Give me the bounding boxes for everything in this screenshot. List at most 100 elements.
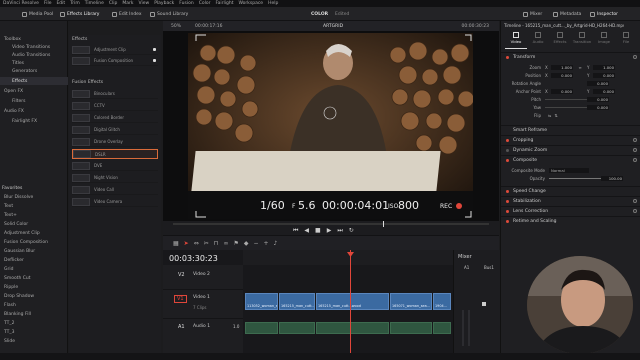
section-retime-scaling[interactable]: Retime and Scaling [501,216,640,225]
enable-dot-icon[interactable] [506,219,509,223]
video-clip[interactable]: 165215_man_cutt... [279,293,315,310]
enable-dot-icon[interactable] [506,158,509,162]
menu-playback[interactable]: Playback [154,1,174,6]
yaw-slider[interactable] [545,107,587,108]
inspector-button[interactable]: Inspector [590,10,618,18]
sound-library-button[interactable]: Sound Library [150,10,188,18]
inspector-tab[interactable]: File [615,31,637,49]
section-lens-correction[interactable]: Lens Correction [501,206,640,215]
scrub-bar[interactable] [173,223,489,225]
tree-open-fx[interactable]: Open FX [0,87,68,95]
favorite-item[interactable]: Fusion Composition [0,238,68,246]
favorite-star-icon[interactable] [153,59,156,62]
tree-audio-transitions[interactable]: Audio Transitions [0,51,68,59]
favorite-item[interactable]: Blanking Fill [0,310,68,318]
zoom-out-icon[interactable]: − [253,240,263,247]
fusion-effect-item[interactable]: Drone Overlay [72,137,158,147]
composite-mode-select[interactable]: Normal [549,168,589,173]
stop-icon[interactable]: ■ [315,227,327,234]
snap-icon[interactable]: ⊓ [214,240,224,247]
favorite-item[interactable]: Ripple [0,283,68,291]
audio-clip[interactable] [316,322,389,334]
rotation-field[interactable]: 0.000 [587,81,609,86]
favorite-item[interactable]: Adjustment Clip [0,229,68,237]
audio-clip[interactable] [433,322,451,334]
audio-clip[interactable] [279,322,315,334]
section-transform[interactable]: Transform [501,52,640,61]
effect-fusion-composition[interactable]: Fusion Composition [72,56,158,66]
metadata-button[interactable]: Metadata [553,10,581,18]
audio-clip[interactable] [245,322,278,334]
section-cropping[interactable]: Cropping [501,135,640,144]
audio-clip[interactable] [390,322,432,334]
favorite-item[interactable]: Slide [0,337,68,345]
section-dynamic-zoom[interactable]: Dynamic Zoom [501,145,640,154]
enable-dot-icon[interactable] [506,189,509,193]
pitch-slider[interactable] [545,99,587,100]
menu-trim[interactable]: Trim [70,1,80,6]
trim-tool-icon[interactable]: ⇔ [194,240,204,247]
timeline-playhead[interactable] [350,250,351,353]
menu-timeline[interactable]: Timeline [85,1,104,6]
enable-dot-icon[interactable] [506,209,509,213]
favorite-item[interactable]: Grid [0,265,68,273]
section-stabilization[interactable]: Stabilization [501,196,640,205]
effects-library-button[interactable]: Effects Library [60,10,99,18]
loop-icon[interactable]: ↻ [349,227,360,234]
track-header-a1[interactable]: A1 Audio 1 1.0 [163,320,243,348]
menu-clip[interactable]: Clip [109,1,118,6]
favorite-item[interactable]: Drop Shadow [0,292,68,300]
menu-app[interactable]: DaVinci Resolve [3,1,39,6]
reset-icon[interactable] [633,158,637,162]
inspector-tab[interactable]: Video [505,31,527,49]
menu-fusion[interactable]: Fusion [179,1,193,6]
favorite-item[interactable]: Solid Color [0,220,68,228]
position-x-field[interactable]: 0.000 [551,73,573,78]
reset-icon[interactable] [633,138,637,142]
reverse-play-icon[interactable]: ◀ [304,227,315,234]
inspector-tab[interactable]: Audio [527,31,549,49]
audio-icon[interactable]: ♪ [274,240,283,247]
viewer-zoom[interactable]: 50% [171,24,181,29]
video-frame[interactable]: 1/60 F 5.6 00:00:04:01 ISO 800 REC [188,33,473,219]
tree-toolbox[interactable]: Toolbox [0,35,68,43]
track-header-v1[interactable]: V1 Video 1 7 Clips [163,291,243,319]
reset-icon[interactable] [633,209,637,213]
position-y-field[interactable]: 0.000 [593,73,615,78]
fusion-effect-item[interactable]: Digital Glitch [72,125,158,135]
inspector-tab[interactable]: Effects [549,31,571,49]
enable-dot-icon[interactable] [506,148,509,152]
tree-filters[interactable]: Filters [0,97,68,105]
skip-end-icon[interactable]: ⏭ [337,227,348,234]
play-icon[interactable]: ▶ [327,227,338,234]
favorite-item[interactable]: Text+ [0,211,68,219]
opacity-field[interactable]: 100.00 [601,176,623,181]
menu-workspace[interactable]: Workspace [238,1,263,6]
section-smart-reframe[interactable]: Smart Reframe [501,125,640,134]
zoom-y-field[interactable]: 1.000 [593,65,615,70]
tree-effects[interactable]: Effects [0,77,68,85]
fusion-effect-item[interactable]: Video Call [72,185,158,195]
enable-dot-icon[interactable] [506,138,509,142]
fusion-effect-item[interactable]: Night Vision [72,173,158,183]
video-clip[interactable]: 165071_woman_sea... [390,293,432,310]
inspector-tab[interactable]: Image [593,31,615,49]
media-pool-button[interactable]: Media Pool [22,10,53,18]
fader-knob[interactable] [482,302,486,306]
favorite-item[interactable]: Gaussian Blur [0,247,68,255]
favorite-item[interactable]: TT_2 [0,319,68,327]
opacity-slider[interactable] [549,178,601,179]
effect-adjustment-clip[interactable]: Adjustment Clip [72,45,158,55]
link-icon[interactable]: ∞ [223,240,233,247]
tree-generators[interactable]: Generators [0,67,68,75]
favorite-item[interactable]: Smooth Cut [0,274,68,282]
anchor-x-field[interactable]: 0.000 [551,89,573,94]
enable-dot-icon[interactable] [506,55,509,59]
zoom-x-field[interactable]: 1.000 [551,65,573,70]
tree-titles[interactable]: Titles [0,59,68,67]
enable-dot-icon[interactable] [506,199,509,203]
menu-fairlight[interactable]: Fairlight [215,1,233,6]
favorite-item[interactable]: TT_3 [0,328,68,336]
menu-color[interactable]: Color [199,1,211,6]
fusion-effect-item[interactable]: DVE [72,161,158,171]
